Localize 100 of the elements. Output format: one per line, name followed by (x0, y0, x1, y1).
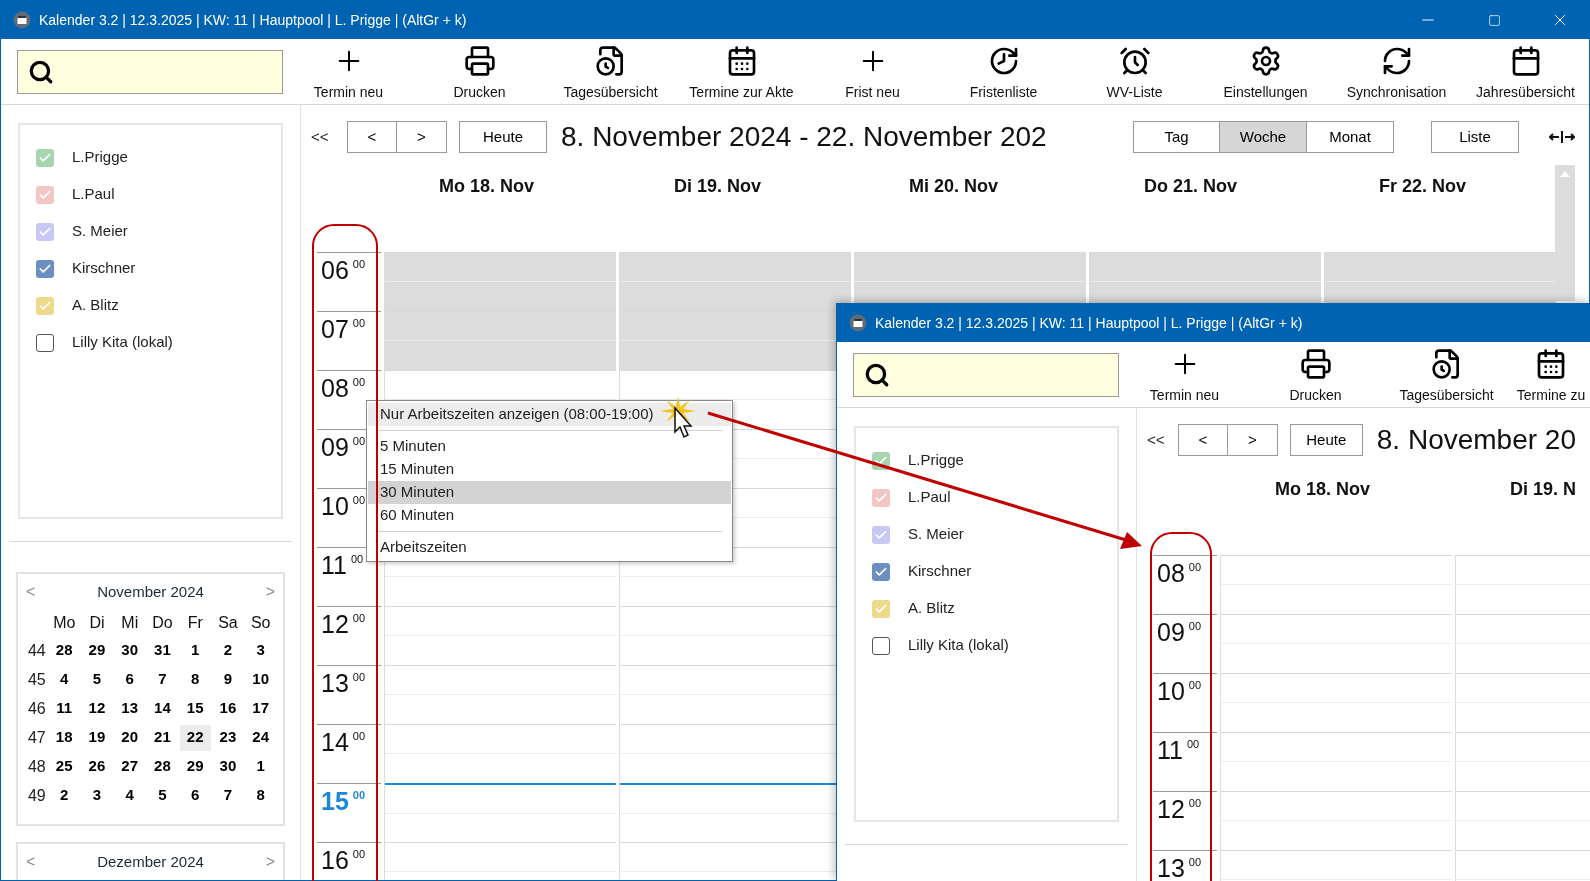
menu-item[interactable]: Arbeitszeiten (368, 536, 731, 559)
checkbox[interactable] (36, 333, 54, 352)
calendar-day[interactable]: 9 (212, 666, 244, 693)
calendar-day[interactable]: 7 (147, 666, 178, 693)
next-month-button[interactable]: > (265, 580, 275, 604)
calendar-day[interactable]: 2 (48, 782, 80, 809)
toolbar-button[interactable]: Tagesübersicht (1381, 343, 1512, 406)
calendar-day[interactable]: 4 (114, 782, 145, 809)
calendar-day[interactable]: 28 (48, 637, 80, 664)
checkbox[interactable] (36, 148, 54, 167)
checkbox[interactable] (872, 525, 890, 544)
first-page-button[interactable]: << (1147, 428, 1172, 452)
calendar-day[interactable]: 15 (179, 695, 211, 722)
toolbar-button[interactable]: WV-Liste (1069, 40, 1200, 103)
previous-month-button[interactable]: < (26, 850, 36, 874)
scroll-up-icon[interactable] (1560, 171, 1570, 177)
previous-month-button[interactable]: < (26, 580, 36, 604)
calendar-list-item[interactable]: L.Prigge (856, 442, 1117, 479)
toolbar-button[interactable]: Frist neu (807, 40, 938, 103)
view-tab[interactable]: Woche (1220, 121, 1307, 153)
checkbox[interactable] (36, 185, 54, 204)
next-button[interactable]: > (397, 121, 447, 153)
view-tab[interactable]: Tag (1133, 121, 1220, 153)
checkbox[interactable] (36, 259, 54, 278)
toolbar-button[interactable]: Termine zur Akte (676, 40, 807, 103)
menu-item[interactable]: 5 Minuten (368, 435, 731, 458)
toolbar-button[interactable]: Drucken (1250, 343, 1381, 406)
calendar-day[interactable]: 21 (147, 724, 178, 751)
list-button[interactable]: Liste (1431, 121, 1519, 153)
calendar-day[interactable]: 5 (147, 782, 178, 809)
expand-icon[interactable] (1549, 130, 1575, 144)
first-page-button[interactable]: << (311, 125, 341, 149)
calendar-day[interactable]: 13 (114, 695, 145, 722)
calendar-day[interactable]: 26 (81, 753, 113, 780)
search-field[interactable] (853, 352, 1119, 397)
toolbar-button[interactable]: Synchronisation (1331, 40, 1462, 103)
calendar-day[interactable]: 16 (212, 695, 244, 722)
calendar-day[interactable]: 1 (245, 753, 276, 780)
today-button[interactable]: Heute (459, 121, 547, 153)
calendar-day[interactable]: 1 (179, 637, 211, 664)
toolbar-button[interactable]: Jahresübersicht (1462, 40, 1589, 103)
checkbox[interactable] (36, 296, 54, 315)
checkbox[interactable] (872, 488, 890, 507)
calendar-day[interactable]: 28 (147, 753, 178, 780)
previous-button[interactable]: < (347, 121, 397, 153)
calendar-day[interactable]: 6 (179, 782, 211, 809)
calendar-list-item[interactable]: A. Blitz (20, 287, 281, 324)
calendar-day[interactable]: 8 (245, 782, 276, 809)
checkbox[interactable] (872, 636, 890, 655)
previous-button[interactable]: < (1177, 424, 1228, 456)
toolbar-button[interactable]: Fristenliste (938, 40, 1069, 103)
toolbar-button[interactable]: Einstellungen (1200, 40, 1331, 103)
calendar-list-item[interactable]: S. Meier (20, 213, 281, 250)
calendar-day[interactable]: 24 (245, 724, 276, 751)
calendar-day[interactable]: 19 (81, 724, 113, 751)
today-button[interactable]: Heute (1289, 424, 1363, 456)
toolbar-button[interactable]: Termin neu (283, 40, 414, 103)
calendar-day[interactable]: 14 (147, 695, 178, 722)
calendar-day[interactable]: 31 (147, 637, 178, 664)
toolbar-button[interactable]: Drucken (414, 40, 545, 103)
menu-item[interactable]: 60 Minuten (368, 504, 731, 527)
calendar-day[interactable]: 23 (212, 724, 244, 751)
toolbar-button[interactable]: Tagesübersicht (545, 40, 676, 103)
calendar-day[interactable]: 3 (245, 637, 276, 664)
menu-item[interactable]: 15 Minuten (368, 458, 731, 481)
calendar-day[interactable]: 11 (48, 695, 80, 722)
checkbox[interactable] (872, 599, 890, 618)
calendar-day[interactable]: 2 (212, 637, 244, 664)
next-button[interactable]: > (1227, 424, 1278, 456)
toolbar-button[interactable]: Termin neu (1119, 343, 1250, 406)
calendar-day[interactable]: 20 (114, 724, 145, 751)
menu-item[interactable]: 30 Minuten (368, 481, 731, 504)
calendar-day[interactable]: 18 (48, 724, 80, 751)
calendar-list-item[interactable]: Lilly Kita (lokal) (20, 324, 281, 361)
calendar-day[interactable]: 30 (114, 637, 145, 664)
calendar-day[interactable]: 4 (48, 666, 80, 693)
calendar-list-item[interactable]: Kirschner (856, 553, 1117, 590)
calendar-list-item[interactable]: Kirschner (20, 250, 281, 287)
calendar-day[interactable]: 29 (81, 637, 113, 664)
calendar-day[interactable]: 25 (48, 753, 80, 780)
calendar-list-item[interactable]: S. Meier (856, 516, 1117, 553)
calendar-list-item[interactable]: L.Paul (856, 479, 1117, 516)
calendar-day[interactable]: 17 (245, 695, 276, 722)
search-field[interactable] (17, 49, 283, 94)
calendar-list-item[interactable]: L.Prigge (20, 139, 281, 176)
calendar-day[interactable]: 27 (114, 753, 145, 780)
calendar-day[interactable]: 22 (179, 724, 211, 751)
calendar-day[interactable]: 30 (212, 753, 244, 780)
calendar-day[interactable]: 8 (179, 666, 211, 693)
scrollbar[interactable] (1555, 165, 1575, 301)
calendar-day[interactable]: 3 (81, 782, 113, 809)
calendar-day[interactable]: 6 (114, 666, 145, 693)
calendar-day[interactable]: 5 (81, 666, 113, 693)
calendar-list-item[interactable]: A. Blitz (856, 590, 1117, 627)
view-tab[interactable]: Monat (1307, 121, 1394, 153)
checkbox[interactable] (872, 562, 890, 581)
calendar-list-item[interactable]: L.Paul (20, 176, 281, 213)
next-month-button[interactable]: > (265, 850, 275, 874)
calendar-day[interactable]: 7 (212, 782, 244, 809)
calendar-day[interactable]: 29 (179, 753, 211, 780)
